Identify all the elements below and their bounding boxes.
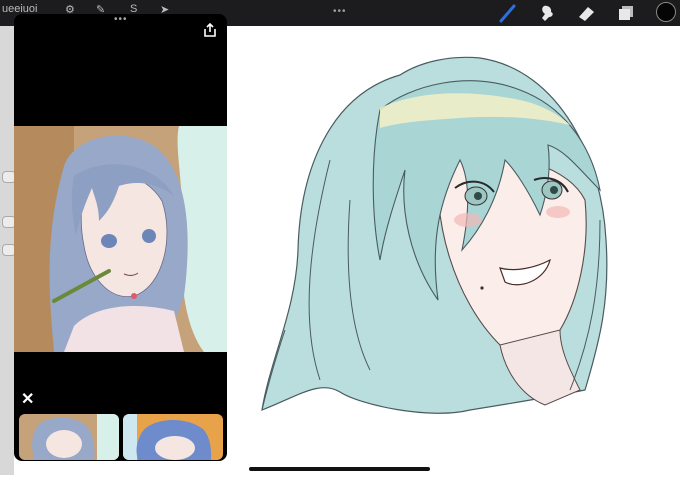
reference-thumbnail[interactable]	[123, 414, 223, 460]
brush-icon[interactable]	[497, 2, 519, 24]
layers-icon[interactable]	[615, 2, 637, 24]
color-well[interactable]	[656, 2, 676, 22]
reference-thumbnail[interactable]	[19, 414, 119, 460]
close-icon[interactable]: ✕	[21, 389, 34, 409]
sidebar	[0, 26, 16, 475]
reference-drag-handle[interactable]: •••	[114, 14, 128, 25]
share-icon[interactable]	[202, 22, 218, 38]
smudge-icon[interactable]	[536, 2, 558, 24]
home-indicator	[249, 467, 430, 471]
eraser-icon[interactable]	[575, 2, 597, 24]
menu-dots[interactable]: •••	[333, 6, 347, 17]
reference-image	[14, 126, 227, 352]
reference-window[interactable]: ••• ✕	[14, 14, 227, 461]
